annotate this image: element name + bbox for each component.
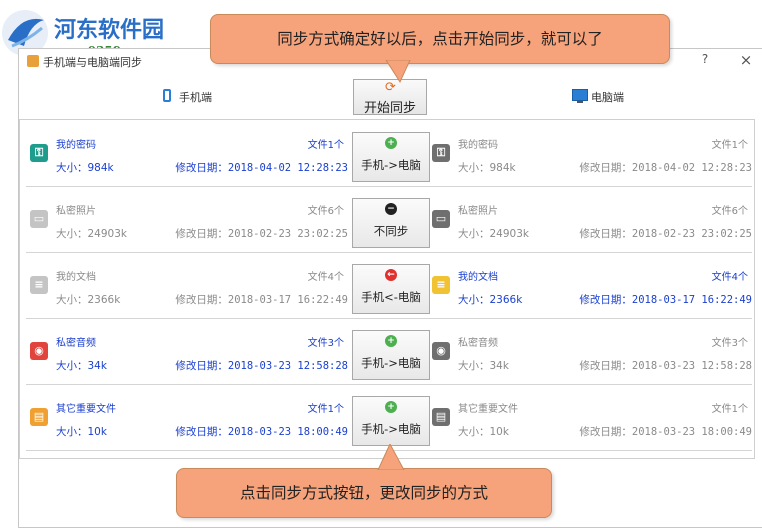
sync-row: ≡ 我的文档 文件4个大小：2366k 修改日期：2018-03-17 16:22:4… <box>26 252 752 319</box>
item-size: 大小：10k <box>56 426 107 438</box>
plus-icon: + <box>385 401 397 413</box>
sync-row: ▤ 其它重要文件 文件1个大小：10k 修改日期：2018-03-23 18:00:4… <box>26 384 752 451</box>
item-name: 我的文档 <box>458 272 498 283</box>
item-size: 大小：34k <box>56 360 107 372</box>
phone-side-label: 手机端 <box>179 91 212 104</box>
item-count: 文件1个 <box>307 140 344 151</box>
item-size: 大小：984k <box>56 162 114 174</box>
callout-bottom: 点击同步方式按钮，更改同步的方式 <box>176 468 552 518</box>
item-name: 我的密码 <box>458 140 498 151</box>
plus-icon: + <box>385 137 397 149</box>
monitor-stand <box>577 101 583 103</box>
sync-row: ◉ 私密音频 文件3个 大小：34k 修改日期：2018-03-23 12:58:28 ◉… <box>26 318 752 385</box>
item-name: 我的文档 <box>56 272 96 283</box>
item-count: 文件6个 <box>307 206 344 217</box>
sync-direction-button[interactable]: ← 手机<-电脑 <box>352 264 430 314</box>
item-count: 文件6个 <box>711 206 748 217</box>
photo-icon: ▭ <box>432 210 450 228</box>
item-name: 其它重要文件 <box>458 404 518 415</box>
item-size: 大小：2366k <box>56 294 121 306</box>
watermark-site-name: 河东软件园 <box>54 17 165 43</box>
item-date: 修改日期：2018-03-23 12:58:28 <box>175 360 348 372</box>
item-name: 我的密码 <box>56 140 96 151</box>
minus-icon: − <box>385 203 397 215</box>
phone-item: ▭ 私密照片 文件6个大小：24903k 修改日期：2018-02-23 23:02:… <box>26 186 348 252</box>
pc-side-label: 电脑端 <box>591 91 624 104</box>
sync-direction-label: 手机<-电脑 <box>361 290 421 304</box>
item-size: 大小：2366k <box>458 294 523 306</box>
pc-item: ⚿ 我的密码 文件1个大小：984k 修改日期：2018-04-02 12:28:23 <box>428 120 752 186</box>
key-icon: ⚿ <box>432 144 450 162</box>
item-count: 文件1个 <box>307 404 344 415</box>
phone-item: ⚿ 我的密码 文件1个大小：984k 修改日期：2018-04-02 12:28:23 <box>26 120 348 186</box>
phone-item: ◉ 私密音频 文件3个大小：34k 修改日期：2018-03-23 12:58:28 <box>26 318 348 384</box>
phone-item: ≡ 我的文档 文件4个大小：2366k 修改日期：2018-03-17 16:22:4… <box>26 252 348 318</box>
item-date: 修改日期：2018-04-02 12:28:23 <box>175 162 348 174</box>
help-button[interactable]: ? <box>695 52 715 70</box>
phone-item: ▤ 其它重要文件 文件1个大小：10k 修改日期：2018-03-23 18:00:4… <box>26 384 348 450</box>
phone-icon <box>163 89 171 102</box>
item-date: 修改日期：2018-03-23 12:58:28 <box>579 360 752 372</box>
callout-top: 同步方式确定好以后，点击开始同步，就可以了 <box>210 14 670 64</box>
sync-direction-button[interactable]: + 手机->电脑 <box>352 132 430 182</box>
sync-direction-label: 手机->电脑 <box>361 356 421 370</box>
arrow-left-icon: ← <box>385 269 397 281</box>
window-title: 手机端与电脑端同步 <box>43 56 142 69</box>
monitor-icon <box>572 89 588 101</box>
item-count: 文件4个 <box>711 272 748 283</box>
item-size: 大小：24903k <box>458 228 529 240</box>
sync-direction-label: 不同步 <box>373 224 409 238</box>
sync-row: ⚿ 我的密码 文件1个大小：984k 修改日期：2018-04-02 12:28:23… <box>26 120 752 187</box>
item-name: 私密音频 <box>56 338 96 349</box>
sync-item-list: ⚿ 我的密码 文件1个 大小：984k 修改日期：2018-04-02 12:28:23… <box>19 119 755 459</box>
item-count: 文件1个 <box>711 140 748 151</box>
item-name: 私密照片 <box>458 206 498 217</box>
item-count: 文件1个 <box>711 404 748 415</box>
sync-direction-button[interactable]: + 手机->电脑 <box>352 396 430 446</box>
sync-direction-button[interactable]: − 不同步 <box>352 198 430 248</box>
app-icon <box>27 55 39 67</box>
item-date: 修改日期：2018-03-17 16:22:49 <box>175 294 348 306</box>
item-date: 修改日期：2018-03-23 18:00:49 <box>175 426 348 438</box>
item-date: 修改日期：2018-03-23 18:00:49 <box>579 426 752 438</box>
item-date: 修改日期：2018-04-02 12:28:23 <box>579 162 752 174</box>
item-size: 大小：34k <box>458 360 509 372</box>
photo-icon: ▭ <box>30 210 48 228</box>
callout-bottom-pointer <box>377 444 405 470</box>
item-count: 文件4个 <box>307 272 344 283</box>
key-icon: ⚿ <box>30 144 48 162</box>
close-button[interactable]: × <box>735 51 757 71</box>
sync-direction-label: 手机->电脑 <box>361 158 421 172</box>
file-icon: ▤ <box>30 408 48 426</box>
item-count: 文件3个 <box>711 338 748 349</box>
start-sync-label: 开始同步 <box>363 101 416 116</box>
pc-item: ▭ 私密照片 文件6个大小：24903k 修改日期：2018-02-23 23:02:… <box>428 186 752 252</box>
item-name: 其它重要文件 <box>56 404 116 415</box>
item-size: 大小：10k <box>458 426 509 438</box>
plus-icon: + <box>385 335 397 347</box>
audio-icon: ◉ <box>30 342 48 360</box>
item-name: 私密照片 <box>56 206 96 217</box>
item-date: 修改日期：2018-02-23 23:02:25 <box>579 228 752 240</box>
item-date: 修改日期：2018-02-23 23:02:25 <box>175 228 348 240</box>
item-count: 文件3个 <box>307 338 344 349</box>
start-sync-button[interactable]: ⟳ 开始同步 <box>353 79 427 116</box>
item-size: 大小：984k <box>458 162 516 174</box>
sync-direction-label: 手机->电脑 <box>361 422 421 436</box>
pc-item: ▤ 其它重要文件 文件1个大小：10k 修改日期：2018-03-23 18:00:4… <box>428 384 752 450</box>
audio-icon: ◉ <box>432 342 450 360</box>
sync-direction-button[interactable]: + 手机->电脑 <box>352 330 430 380</box>
sync-row: ▭ 私密照片 文件6个大小：24903k 修改日期：2018-02-23 23:02:… <box>26 186 752 253</box>
pc-item: ≡ 我的文档 文件4个大小：2366k 修改日期：2018-03-17 16:22:4… <box>428 252 752 318</box>
file-icon: ▤ <box>432 408 450 426</box>
document-icon: ≡ <box>432 276 450 294</box>
item-date: 修改日期：2018-03-17 16:22:49 <box>579 294 752 306</box>
item-name: 私密音频 <box>458 338 498 349</box>
callout-top-pointer <box>385 60 411 84</box>
item-size: 大小：24903k <box>56 228 127 240</box>
pc-item: ◉ 私密音频 文件3个大小：34k 修改日期：2018-03-23 12:58:28 <box>428 318 752 384</box>
document-icon: ≡ <box>30 276 48 294</box>
